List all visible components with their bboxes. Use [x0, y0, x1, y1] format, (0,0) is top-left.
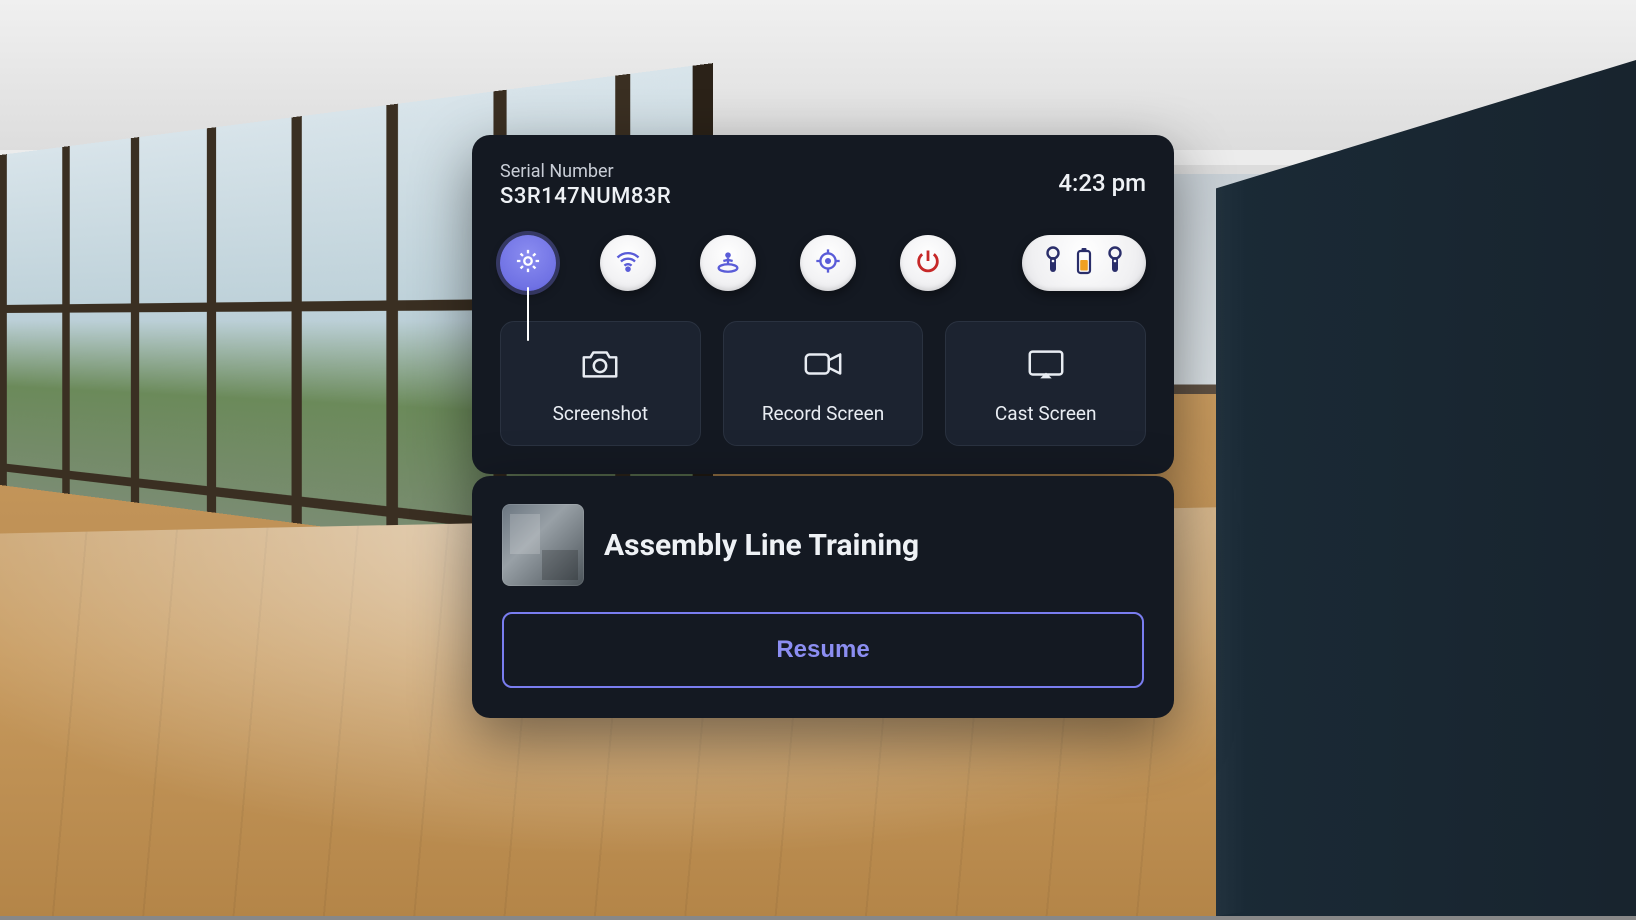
- wifi-icon: [614, 247, 642, 279]
- power-button[interactable]: [900, 235, 956, 291]
- screenshot-card[interactable]: Screenshot: [500, 321, 701, 446]
- recenter-button[interactable]: [800, 235, 856, 291]
- right-controller-icon: [1105, 246, 1125, 280]
- resume-label: Resume: [776, 636, 869, 663]
- screenshot-label: Screenshot: [553, 402, 648, 425]
- left-controller-icon: [1043, 246, 1063, 280]
- action-row: Screenshot Record Screen Cast Screen: [500, 321, 1146, 446]
- pointer-indicator: [527, 287, 529, 341]
- video-icon: [802, 346, 844, 386]
- battery-status[interactable]: [1022, 235, 1146, 291]
- record-card[interactable]: Record Screen: [723, 321, 924, 446]
- wifi-button[interactable]: [600, 235, 656, 291]
- quick-buttons-row: [500, 235, 1146, 291]
- clock: 4:23 pm: [1058, 169, 1146, 197]
- app-header: Assembly Line Training: [502, 504, 1144, 586]
- headset-battery-icon: [1075, 247, 1093, 279]
- right-dark-wall: [1216, 60, 1636, 916]
- app-thumbnail: [502, 504, 584, 586]
- cast-card[interactable]: Cast Screen: [945, 321, 1146, 446]
- boundary-button[interactable]: [700, 235, 756, 291]
- serial-block: Serial Number S3R147NUM83R: [500, 161, 671, 209]
- serial-number: S3R147NUM83R: [500, 184, 671, 209]
- app-title: Assembly Line Training: [604, 528, 919, 563]
- current-app-panel: Assembly Line Training Resume: [472, 476, 1174, 718]
- gear-icon: [514, 247, 542, 279]
- panel-header: Serial Number S3R147NUM83R 4:23 pm: [500, 161, 1146, 209]
- settings-button[interactable]: [500, 235, 556, 291]
- target-icon: [814, 247, 842, 279]
- cast-icon: [1025, 346, 1067, 386]
- quick-settings-panel: Serial Number S3R147NUM83R 4:23 pm: [472, 135, 1174, 474]
- cast-label: Cast Screen: [995, 402, 1097, 425]
- serial-label: Serial Number: [500, 161, 671, 182]
- camera-icon: [579, 346, 621, 386]
- record-label: Record Screen: [762, 402, 884, 425]
- resume-button[interactable]: Resume: [502, 612, 1144, 688]
- boundary-icon: [714, 247, 742, 279]
- power-icon: [914, 247, 942, 279]
